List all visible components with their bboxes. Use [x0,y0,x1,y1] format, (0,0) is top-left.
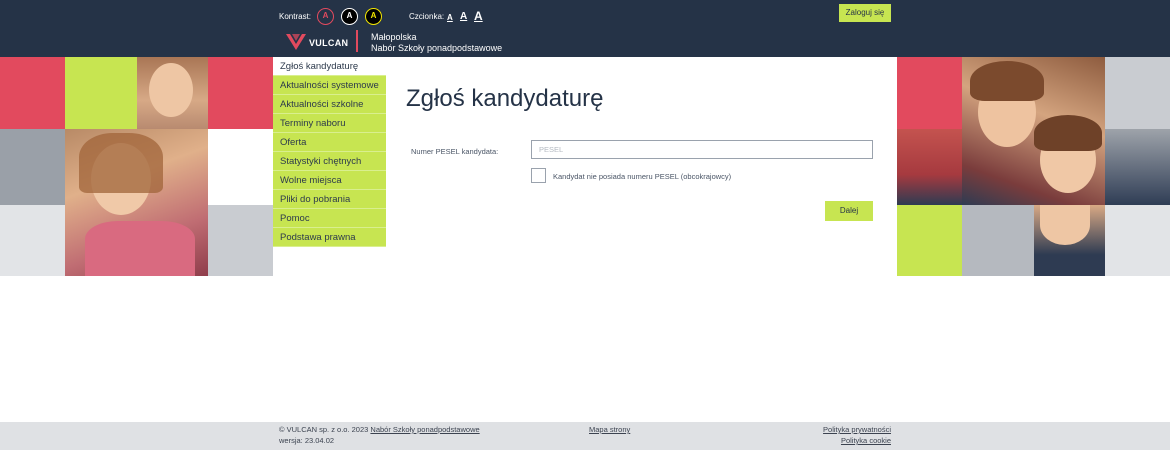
decor-tile [897,205,962,276]
font-small-button[interactable]: A [447,13,453,22]
decor-tile [208,205,273,276]
no-pesel-checkbox[interactable] [531,168,546,183]
top-header: Kontrast: A A A Czcionka: A A A Zaloguj … [0,0,1170,57]
decor-tile [1105,57,1170,129]
system-home-link[interactable]: Nabór Szkoły ponadpodstawowe [370,425,479,434]
main-panel: Zgłoś kandydaturę Aktualności systemowe … [273,57,897,276]
contrast-default-button[interactable]: A [317,8,334,25]
students-photo-right-bottom [1034,205,1105,276]
pesel-label: Numer PESEL kandydata: [411,147,499,156]
contrast-high-button[interactable]: A [341,8,358,25]
contrast-yellow-button[interactable]: A [365,8,382,25]
side-menu: Zgłoś kandydaturę Aktualności systemowe … [273,57,386,247]
menu-item-wolne-miejsca[interactable]: Wolne miejsca [273,171,386,190]
decor-tile [897,57,962,129]
pesel-input[interactable] [531,140,873,159]
menu-item-pliki-do-pobrania[interactable]: Pliki do pobrania [273,190,386,209]
decor-tile [208,57,273,129]
students-photo-right-edge [1105,129,1170,205]
decor-tile [65,57,137,129]
menu-item-statystyki-chetnych[interactable]: Statystyki chętnych [273,152,386,171]
menu-item-terminy-naboru[interactable]: Terminy naboru [273,114,386,133]
students-photo-left-top [137,57,208,129]
page-title: Zgłoś kandydaturę [406,85,604,112]
login-button[interactable]: Zaloguj się [839,4,891,22]
contrast-label: Kontrast: [279,12,312,21]
menu-item-aktualnosci-szkolne[interactable]: Aktualności szkolne [273,95,386,114]
font-size-label: Czcionka: [409,12,445,21]
decor-tile [0,129,65,205]
version-text: wersja: 23.04.02 [279,436,335,445]
font-medium-button[interactable]: A [460,11,467,22]
students-photo-right-low [897,129,962,205]
decor-tile [1105,205,1170,276]
menu-item-aktualnosci-systemowe[interactable]: Aktualności systemowe [273,76,386,95]
system-name: Nabór Szkoły ponadpodstawowe [371,43,503,53]
header-divider [356,30,358,52]
decor-tile [962,205,1034,276]
next-button[interactable]: Dalej [825,201,873,221]
cookie-policy-link[interactable]: Polityka cookie [841,436,891,445]
footer: © VULCAN sp. z o.o. 2023 Nabór Szkoły po… [0,422,1170,450]
no-pesel-label: Kandydat nie posiada numeru PESEL (obcok… [553,172,732,181]
footer-copyright: © VULCAN sp. z o.o. 2023 Nabór Szkoły po… [279,425,480,434]
copyright-text: © VULCAN sp. z o.o. 2023 [279,425,369,434]
menu-item-podstawa-prawna[interactable]: Podstawa prawna [273,228,386,247]
region-title: Małopolska Nabór Szkoły ponadpodstawowe [371,32,502,54]
decor-tile [0,205,65,276]
menu-item-pomoc[interactable]: Pomoc [273,209,386,228]
region-name: Małopolska [371,32,417,42]
vulcan-logo-icon [286,34,306,50]
sitemap-link[interactable]: Mapa strony [589,425,630,434]
logo-text: VULCAN [309,38,349,48]
menu-item-oferta[interactable]: Oferta [273,133,386,152]
font-large-button[interactable]: A [474,9,483,23]
header-inner: Kontrast: A A A Czcionka: A A A Zaloguj … [279,0,891,57]
students-photo-right [962,57,1105,205]
decor-tile [0,57,65,129]
students-photo-left [65,129,208,276]
menu-item-zglos-kandydature[interactable]: Zgłoś kandydaturę [273,57,386,76]
privacy-policy-link[interactable]: Polityka prywatności [823,425,891,434]
